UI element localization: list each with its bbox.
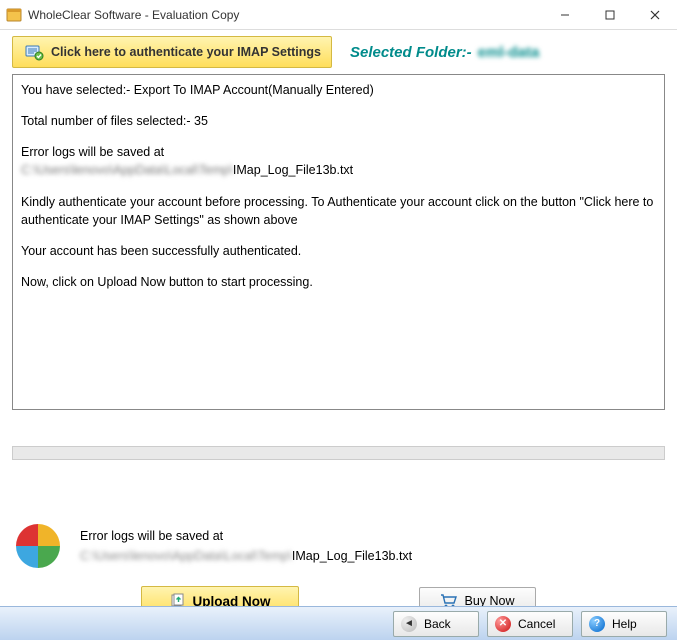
bottom-nav-bar: ◄ Back ✕ Cancel ? Help (0, 606, 677, 640)
error-log-label: Error logs will be saved at (80, 529, 412, 543)
maximize-button[interactable] (587, 0, 632, 29)
log-panel[interactable]: You have selected:- Export To IMAP Accou… (12, 74, 665, 410)
selected-folder-value: eml-data (478, 44, 540, 61)
help-button[interactable]: ? Help (581, 611, 667, 637)
cancel-button[interactable]: ✕ Cancel (487, 611, 573, 637)
back-icon: ◄ (400, 615, 418, 633)
selected-folder-label: Selected Folder:- (350, 44, 472, 61)
authenticate-icon (23, 41, 45, 63)
app-icon (6, 7, 22, 23)
cancel-icon: ✕ (494, 615, 512, 633)
footer-text: Error logs will be saved at C:\Users\len… (80, 529, 412, 563)
close-button[interactable] (632, 0, 677, 29)
log-line: Now, click on Upload Now button to start… (21, 273, 656, 291)
minimize-button[interactable] (542, 0, 587, 29)
authenticate-label: Click here to authenticate your IMAP Set… (51, 45, 321, 59)
titlebar: WholeClear Software - Evaluation Copy (0, 0, 677, 30)
log-line: Kindly authenticate your account before … (21, 193, 656, 229)
help-icon: ? (588, 615, 606, 633)
logo-icon (16, 524, 60, 568)
log-line: You have selected:- Export To IMAP Accou… (21, 81, 656, 99)
window-title: WholeClear Software - Evaluation Copy (28, 8, 239, 22)
footer-card: Error logs will be saved at C:\Users\len… (12, 516, 665, 576)
error-log-path: C:\Users\lenovo\AppData\Local\Temp\IMap_… (80, 549, 412, 563)
log-line: Total number of files selected:- 35 (21, 112, 656, 130)
header-row: Click here to authenticate your IMAP Set… (0, 30, 677, 74)
progress-bar (12, 446, 665, 460)
log-line: Your account has been successfully authe… (21, 242, 656, 260)
log-line: Error logs will be saved at C:\Users\len… (21, 143, 656, 179)
selected-folder: Selected Folder:- eml-data (350, 44, 539, 61)
authenticate-button[interactable]: Click here to authenticate your IMAP Set… (12, 36, 332, 68)
window-controls (542, 0, 677, 29)
back-button[interactable]: ◄ Back (393, 611, 479, 637)
